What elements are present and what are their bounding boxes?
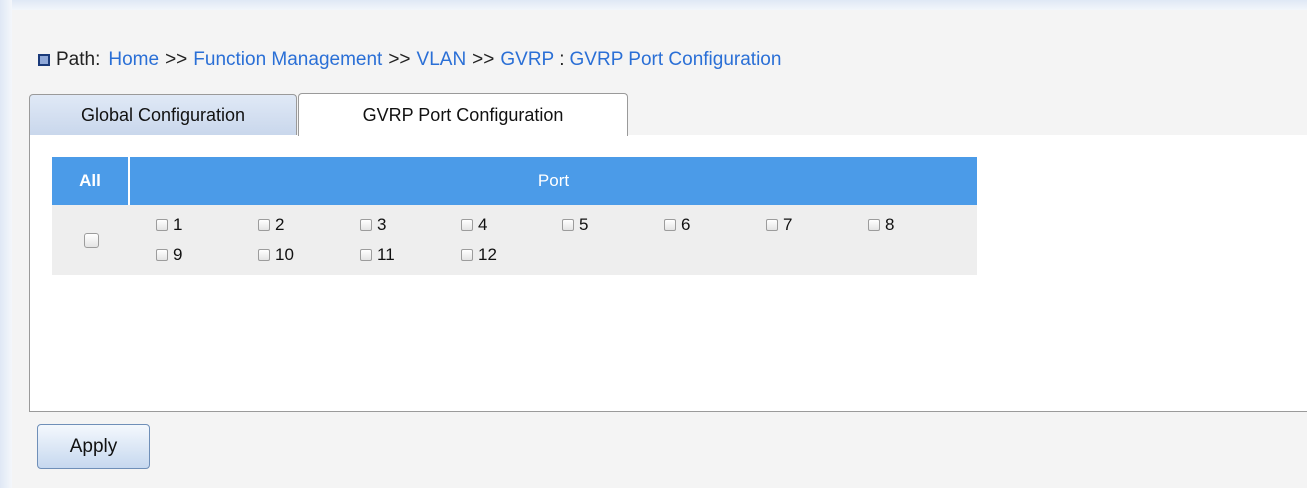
breadcrumb-gvrp[interactable]: GVRP bbox=[500, 49, 554, 71]
port-7-option[interactable]: 7 bbox=[766, 215, 792, 235]
port-3-label: 3 bbox=[377, 215, 387, 234]
breadcrumb: Path: Home >> Function Management >> VLA… bbox=[38, 46, 781, 74]
breadcrumb-separator: >> bbox=[165, 49, 188, 70]
port-3-option[interactable]: 3 bbox=[360, 215, 386, 235]
port-2-label: 2 bbox=[275, 215, 285, 234]
port-1-checkbox[interactable] bbox=[156, 219, 168, 231]
port-4-label: 4 bbox=[478, 215, 488, 234]
breadcrumb-separator: >> bbox=[388, 49, 411, 70]
port-12-label: 12 bbox=[478, 245, 497, 264]
select-all-checkbox[interactable] bbox=[83, 232, 99, 248]
header-port: Port bbox=[537, 171, 570, 190]
breadcrumb-current[interactable]: GVRP Port Configuration bbox=[570, 49, 782, 71]
all-cell bbox=[52, 205, 130, 275]
square-bullet-icon bbox=[38, 54, 50, 66]
apply-button[interactable]: Apply bbox=[37, 424, 150, 469]
breadcrumb-vlan[interactable]: VLAN bbox=[417, 49, 467, 71]
left-band bbox=[0, 0, 12, 488]
port-6-checkbox[interactable] bbox=[664, 219, 676, 231]
port-6-option[interactable]: 6 bbox=[664, 215, 690, 235]
port-5-label: 5 bbox=[579, 215, 589, 234]
port-7-label: 7 bbox=[783, 215, 793, 234]
port-11-label: 11 bbox=[377, 245, 395, 264]
port-4-checkbox[interactable] bbox=[461, 219, 473, 231]
port-9-option[interactable]: 9 bbox=[156, 245, 182, 265]
port-12-option[interactable]: 12 bbox=[461, 245, 497, 265]
port-1-label: 1 bbox=[173, 215, 183, 234]
port-8-option[interactable]: 8 bbox=[868, 215, 894, 235]
port-3-checkbox[interactable] bbox=[360, 219, 372, 231]
breadcrumb-colon: : bbox=[559, 49, 565, 70]
port-2-checkbox[interactable] bbox=[258, 219, 270, 231]
port-table: All Port 1 2 3 4 5 6 7 8 9 10 11 12 bbox=[52, 157, 977, 275]
tab-bar: Global Configuration GVRP Port Configura… bbox=[29, 93, 1307, 136]
breadcrumb-separator: >> bbox=[472, 49, 495, 70]
port-9-label: 9 bbox=[173, 245, 183, 264]
port-9-checkbox[interactable] bbox=[156, 249, 168, 261]
port-6-label: 6 bbox=[681, 215, 691, 234]
tab-panel: All Port 1 2 3 4 5 6 7 8 9 10 11 12 bbox=[29, 135, 1307, 412]
port-5-option[interactable]: 5 bbox=[562, 215, 588, 235]
port-11-checkbox[interactable] bbox=[360, 249, 372, 261]
port-8-checkbox[interactable] bbox=[868, 219, 880, 231]
port-8-label: 8 bbox=[885, 215, 895, 234]
table-header: All Port bbox=[52, 157, 977, 205]
breadcrumb-label: Path: bbox=[56, 49, 101, 70]
port-12-checkbox[interactable] bbox=[461, 249, 473, 261]
port-1-option[interactable]: 1 bbox=[156, 215, 182, 235]
ports-cell: 1 2 3 4 5 6 7 8 9 10 11 12 bbox=[130, 205, 977, 275]
breadcrumb-home[interactable]: Home bbox=[108, 49, 159, 71]
port-10-checkbox[interactable] bbox=[258, 249, 270, 261]
port-4-option[interactable]: 4 bbox=[461, 215, 487, 235]
top-band bbox=[0, 0, 1307, 10]
port-11-option[interactable]: 11 bbox=[360, 245, 395, 265]
port-10-label: 10 bbox=[275, 245, 294, 264]
tab-global-configuration[interactable]: Global Configuration bbox=[29, 94, 297, 135]
header-all: All bbox=[52, 157, 130, 205]
tab-gvrp-port-configuration[interactable]: GVRP Port Configuration bbox=[298, 93, 628, 136]
table-row: 1 2 3 4 5 6 7 8 9 10 11 12 bbox=[52, 205, 977, 275]
breadcrumb-function-management[interactable]: Function Management bbox=[193, 49, 382, 71]
port-5-checkbox[interactable] bbox=[562, 219, 574, 231]
port-10-option[interactable]: 10 bbox=[258, 245, 294, 265]
port-7-checkbox[interactable] bbox=[766, 219, 778, 231]
port-2-option[interactable]: 2 bbox=[258, 215, 284, 235]
